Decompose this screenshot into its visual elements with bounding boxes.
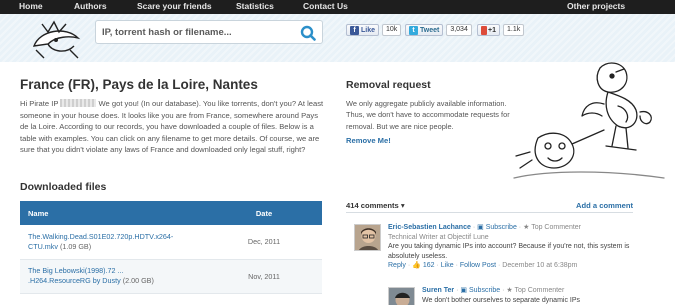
google-plus-one: +1 1.1k: [477, 24, 525, 36]
file-size: (2.00 GB): [122, 276, 154, 285]
google-plus-icon: [481, 25, 487, 35]
top-commenter-badge: Top Commenter: [514, 287, 565, 294]
table-row: The Big Lebowski(1998).72 ... .H264.Resou…: [20, 259, 322, 294]
top-commenter-star-icon: ★: [523, 224, 530, 231]
add-comment-link[interactable]: Add a comment: [576, 201, 633, 210]
facebook-icon: f: [350, 25, 359, 35]
search-input[interactable]: [102, 25, 298, 40]
like-count: 162: [422, 262, 435, 269]
top-commenter-star-icon: ★: [506, 287, 513, 294]
file-link[interactable]: The.Walking.Dead.S01E02.720p.HDTV.x264- C…: [28, 232, 173, 251]
subscribe-link[interactable]: Subscribe: [486, 224, 517, 231]
file-link[interactable]: The Big Lebowski(1998).72 ... .H264.Resou…: [28, 266, 124, 285]
search-box: [95, 20, 323, 44]
downloaded-files-heading: Downloaded files: [20, 181, 107, 193]
avatar[interactable]: [354, 224, 381, 251]
facebook-like: f Like 10k: [346, 24, 402, 36]
column-header-name: Name: [20, 201, 206, 225]
google-plus-count: 1.1k: [502, 24, 525, 36]
tweet-button[interactable]: t Tweet: [405, 24, 444, 36]
nav-authors[interactable]: Authors: [74, 1, 107, 11]
nav-contact-us[interactable]: Contact Us: [303, 1, 348, 11]
downloads-table: Name Date The.Walking.Dead.S01E02.720p.H…: [20, 201, 322, 294]
pirate-parrot-illustration: [513, 62, 665, 179]
facebook-like-button[interactable]: f Like: [346, 24, 380, 36]
reply-link[interactable]: Reply: [388, 262, 406, 269]
comment-text: We don't bother ourselves to separate dy…: [422, 296, 581, 304]
like-thumb-icon: 👍: [412, 262, 421, 269]
page-title: France (FR), Pays de la Loire, Nantes: [20, 77, 258, 92]
remove-me-link[interactable]: Remove Me!: [346, 136, 391, 145]
file-date: Dec, 2011: [206, 225, 322, 260]
removal-heading: Removal request: [346, 79, 431, 91]
file-date: Nov, 2011: [206, 259, 322, 294]
twitter-icon: t: [409, 25, 418, 35]
nav-other-projects[interactable]: Other projects: [567, 1, 625, 11]
commenter-role: Technical Writer at Objectif Lune: [388, 233, 489, 241]
table-row: The.Walking.Dead.S01E02.720p.HDTV.x264- C…: [20, 225, 322, 260]
avatar[interactable]: [388, 287, 415, 305]
nav-home[interactable]: Home: [19, 1, 43, 11]
comments-count[interactable]: 414 comments ▾: [346, 201, 405, 210]
top-navigation: Home Authors Scare your friends Statisti…: [0, 0, 675, 14]
nav-statistics[interactable]: Statistics: [236, 1, 274, 11]
pirate-logo[interactable]: [26, 16, 86, 67]
top-commenter-badge: Top Commenter: [531, 224, 581, 231]
facebook-like-count: 10k: [382, 24, 402, 36]
commenter-name[interactable]: Suren Ter: [422, 287, 454, 294]
redacted-ip: [60, 99, 97, 107]
subscribe-link[interactable]: Subscribe: [469, 287, 500, 294]
search-icon[interactable]: [300, 25, 316, 41]
tweet-count: 3,034: [446, 24, 472, 36]
column-header-date: Date: [206, 201, 322, 225]
file-size: (1.09 GB): [59, 241, 92, 251]
header-band: f Like 10k t Tweet 3,034 +1 1.1k: [0, 14, 675, 62]
comments-bar: 414 comments ▾ Add a comment: [346, 200, 633, 213]
like-link[interactable]: Like: [441, 262, 454, 269]
twitter-tweet: t Tweet 3,034: [405, 24, 472, 36]
removal-text: We only aggregate publicly available inf…: [346, 99, 510, 131]
subscribe-icon: ▣: [477, 224, 484, 231]
follow-post-link[interactable]: Follow Post: [460, 262, 496, 269]
intro-text: Hi Pirate IP We got you! (In our databas…: [20, 99, 324, 155]
commenter-name[interactable]: Eric-Sebastien Lachance: [388, 224, 471, 231]
comment-text: Are you taking dynamic IPs into account?…: [388, 243, 630, 260]
google-plus-button[interactable]: +1: [477, 24, 500, 36]
subscribe-icon: ▣: [460, 287, 468, 294]
nav-scare-your-friends[interactable]: Scare your friends: [137, 1, 212, 11]
comment-date: December 10 at 6:38pm: [502, 262, 578, 269]
